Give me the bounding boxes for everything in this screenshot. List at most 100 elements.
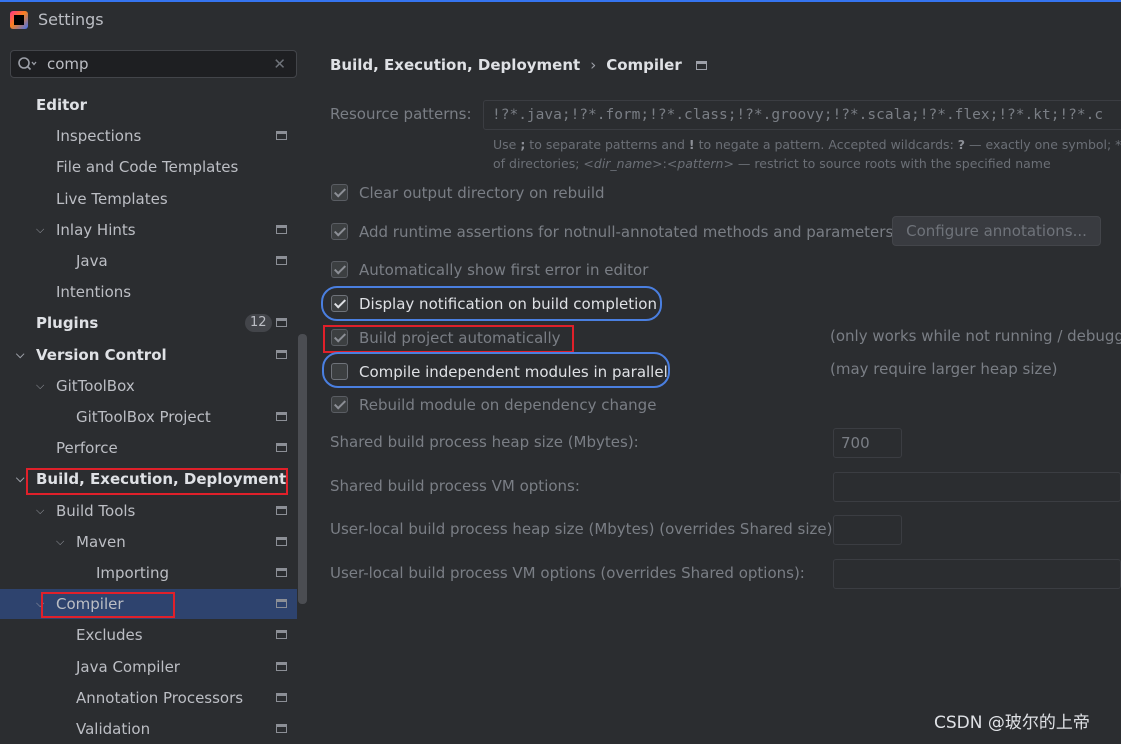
sidebar-item-label: Importing — [96, 564, 169, 582]
chevron-down-icon[interactable]: ⌵ — [36, 496, 50, 526]
sidebar-item-inspections[interactable]: Inspections — [0, 121, 297, 151]
user-heap-label: User-local build process heap size (Mbyt… — [330, 520, 838, 538]
shared-heap-label: Shared build process heap size (Mbytes): — [330, 433, 639, 451]
sidebar-item-label: Compiler — [56, 595, 124, 614]
chevron-down-icon[interactable]: ⌵ — [56, 527, 70, 557]
sidebar-item-label: Editor — [36, 96, 87, 114]
sidebar-item-label: Version Control — [36, 345, 167, 364]
project-level-icon — [276, 256, 287, 265]
sidebar-item-label: Excludes — [76, 626, 143, 645]
display-notification-checkbox[interactable] — [331, 295, 348, 312]
chevron-down-icon[interactable]: ⌵ — [16, 464, 30, 494]
sidebar-item-maven[interactable]: ⌵ Maven — [0, 527, 297, 557]
sidebar-item-inlay-hints[interactable]: ⌵ Inlay Hints — [0, 215, 297, 245]
sidebar-item-label: Inlay Hints — [56, 220, 136, 239]
project-level-icon — [276, 724, 287, 733]
settings-search-box[interactable]: ✕ — [10, 50, 297, 78]
search-input[interactable] — [47, 54, 267, 74]
resource-patterns-hint-line2: of directories; <dir_name>:<pattern> — r… — [493, 156, 1051, 171]
sidebar-item-build-execution-deployment[interactable]: ⌵ Build, Execution, Deployment — [0, 464, 297, 494]
project-level-icon — [276, 224, 287, 234]
runtime-assertions-checkbox[interactable] — [331, 223, 348, 240]
sidebar-item-label: Java — [76, 252, 108, 270]
sidebar-item-gittoolbox[interactable]: ⌵ GitToolBox — [0, 371, 297, 401]
project-level-icon — [276, 349, 287, 359]
sidebar-item-excludes[interactable]: Excludes — [0, 620, 297, 650]
sidebar-item-live-templates[interactable]: Live Templates — [0, 184, 297, 214]
sidebar-item-build-tools[interactable]: ⌵ Build Tools — [0, 496, 297, 526]
project-level-icon — [276, 568, 287, 577]
project-level-icon — [276, 443, 287, 453]
clear-output-checkbox[interactable] — [331, 184, 348, 201]
configure-annotations-button[interactable]: Configure annotations... — [892, 216, 1101, 246]
sidebar-item-version-control[interactable]: ⌵ Version Control — [0, 340, 297, 370]
shared-heap-input[interactable]: 700 — [833, 428, 902, 458]
sidebar-item-label: Build Tools — [56, 501, 136, 520]
project-level-icon — [276, 661, 287, 671]
sidebar-item-label: GitToolBox Project — [76, 408, 211, 426]
clear-search-icon[interactable]: ✕ — [273, 55, 286, 73]
project-level-icon — [276, 630, 287, 640]
build-automatically-checkbox[interactable] — [331, 329, 348, 346]
project-level-icon — [276, 131, 287, 141]
sidebar-item-label: Inspections — [56, 127, 142, 146]
breadcrumb-current: Compiler — [606, 56, 682, 74]
sidebar-item-compiler[interactable]: ⌵ Compiler — [0, 589, 297, 620]
settings-sidebar: ✕ Editor Inspections File and Code Templat… — [0, 36, 309, 740]
plugin-count-badge: 12 — [245, 314, 272, 333]
watermark: CSDN @玻尔的上帝 — [934, 713, 1090, 733]
sidebar-item-label: File and Code Templates — [56, 158, 239, 177]
sidebar-item-label: Perforce — [56, 439, 118, 458]
build-automatically-note: (only works while not running / debuggi — [830, 327, 1121, 345]
breadcrumb: Build, Execution, Deployment › Compiler — [330, 56, 707, 74]
compile-parallel-checkbox[interactable] — [331, 363, 348, 380]
chevron-down-icon[interactable]: ⌵ — [16, 340, 30, 370]
rebuild-dependency-checkbox[interactable] — [331, 396, 348, 413]
resource-patterns-hint-line1: Use ; to separate patterns and ! to nega… — [493, 137, 1121, 152]
sidebar-item-editor[interactable]: Editor — [0, 90, 297, 120]
settings-content: Build, Execution, Deployment › Compiler Re… — [309, 36, 1121, 740]
project-level-icon — [276, 505, 287, 515]
sidebar-item-java-compiler[interactable]: Java Compiler — [0, 652, 297, 682]
sidebar-item-label: Annotation Processors — [76, 688, 244, 707]
breadcrumb-parent[interactable]: Build, Execution, Deployment — [330, 56, 580, 74]
sidebar-item-label: Plugins — [36, 314, 99, 333]
resource-patterns-label: Resource patterns: — [330, 105, 472, 123]
sidebar-item-annotation-processors[interactable]: Annotation Processors — [0, 683, 297, 713]
chevron-down-icon[interactable]: ⌵ — [36, 589, 50, 619]
sidebar-item-label: Maven — [76, 532, 126, 551]
project-level-icon — [695, 61, 707, 70]
compile-parallel-note: (may require larger heap size) — [830, 360, 1058, 378]
sidebar-item-intentions[interactable]: Intentions — [0, 277, 297, 307]
sidebar-item-label: Build, Execution, Deployment — [36, 470, 287, 489]
sidebar-item-plugins[interactable]: Plugins 12 — [0, 308, 297, 338]
shared-vm-label: Shared build process VM options: — [330, 477, 580, 495]
show-first-error-checkbox[interactable] — [331, 261, 348, 278]
title-bar: Settings — [0, 2, 1121, 36]
project-level-icon — [276, 536, 287, 546]
project-level-icon — [276, 692, 287, 702]
user-vm-label: User-local build process VM options (ove… — [330, 564, 805, 582]
sidebar-item-label: Intentions — [56, 283, 132, 302]
shared-vm-input[interactable] — [833, 472, 1121, 502]
sidebar-item-importing[interactable]: Importing — [0, 558, 297, 588]
user-vm-input[interactable] — [833, 559, 1121, 589]
sidebar-item-perforce[interactable]: Perforce — [0, 433, 297, 463]
sidebar-item-java[interactable]: Java — [0, 246, 297, 276]
sidebar-item-label: Java Compiler — [76, 657, 180, 676]
project-level-icon — [276, 599, 287, 609]
sidebar-item-label: Live Templates — [56, 189, 168, 208]
user-heap-input[interactable] — [833, 515, 902, 545]
sidebar-item-gittoolbox-project[interactable]: GitToolBox Project — [0, 402, 297, 432]
project-level-icon — [276, 318, 287, 328]
intellij-logo-icon — [10, 11, 28, 29]
sidebar-scrollbar-thumb[interactable] — [298, 334, 307, 604]
chevron-down-icon[interactable]: ⌵ — [36, 215, 50, 245]
chevron-down-icon[interactable]: ⌵ — [36, 371, 50, 401]
window-title: Settings — [38, 10, 104, 29]
sidebar-item-label: GitToolBox — [56, 376, 135, 395]
resource-patterns-input[interactable]: !?*.java;!?*.form;!?*.class;!?*.groovy;!… — [483, 100, 1121, 130]
sidebar-item-file-and-code-templates[interactable]: File and Code Templates — [0, 152, 297, 182]
breadcrumb-separator-icon: › — [590, 56, 597, 74]
search-icon[interactable] — [17, 56, 37, 72]
